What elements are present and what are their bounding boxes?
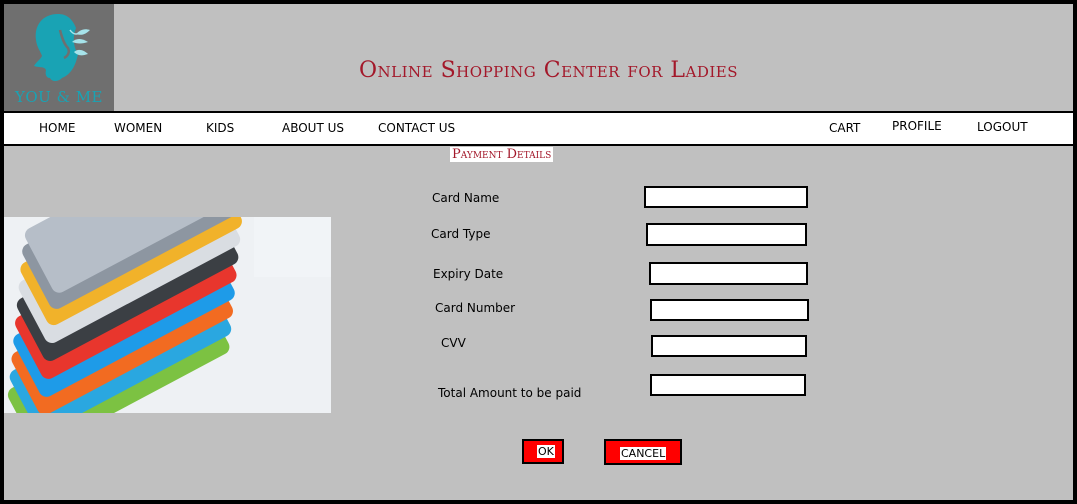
payment-details-title: Payment Details	[450, 147, 554, 162]
expiry-date-label: Expiry Date	[433, 267, 504, 281]
nav-bar: HOME WOMEN KIDS ABOUT US CONTACT US CART…	[4, 111, 1073, 146]
expiry-date-input[interactable]	[649, 262, 808, 285]
nav-cart[interactable]: CART	[829, 121, 860, 135]
cancel-button-label: CANCEL	[620, 447, 667, 460]
nav-about-us[interactable]: ABOUT US	[282, 121, 344, 135]
cvv-input[interactable]	[651, 335, 807, 357]
cvv-label: CVV	[441, 336, 466, 350]
app-frame: YOU & ME Online Shopping Center for Ladi…	[0, 0, 1077, 504]
nav-home[interactable]: HOME	[39, 121, 75, 135]
ok-button-label: OK	[537, 445, 555, 458]
credit-cards-image	[4, 217, 331, 413]
nav-contact-us[interactable]: CONTACT US	[378, 121, 455, 135]
card-type-input[interactable]	[646, 223, 807, 246]
card-name-input[interactable]	[644, 186, 808, 208]
header: YOU & ME Online Shopping Center for Ladi…	[4, 4, 1073, 111]
total-amount-input[interactable]	[650, 374, 806, 396]
nav-logout[interactable]: LOGOUT	[977, 120, 1028, 134]
cancel-button[interactable]: CANCEL	[604, 439, 682, 465]
nav-profile[interactable]: PROFILE	[892, 119, 942, 133]
total-amount-label: Total Amount to be paid	[438, 386, 582, 400]
card-number-label: Card Number	[435, 301, 516, 315]
card-name-label: Card Name	[432, 191, 500, 205]
logo[interactable]: YOU & ME	[4, 4, 114, 111]
logo-text: YOU & ME	[14, 88, 104, 106]
card-number-input[interactable]	[650, 299, 809, 321]
ok-button[interactable]: OK	[522, 439, 564, 464]
nav-kids[interactable]: KIDS	[206, 121, 234, 135]
card-type-label: Card Type	[431, 227, 491, 241]
nav-women[interactable]: WOMEN	[114, 121, 162, 135]
woman-face-logo-icon	[34, 14, 90, 81]
site-title: Online Shopping Center for Ladies	[359, 58, 739, 83]
